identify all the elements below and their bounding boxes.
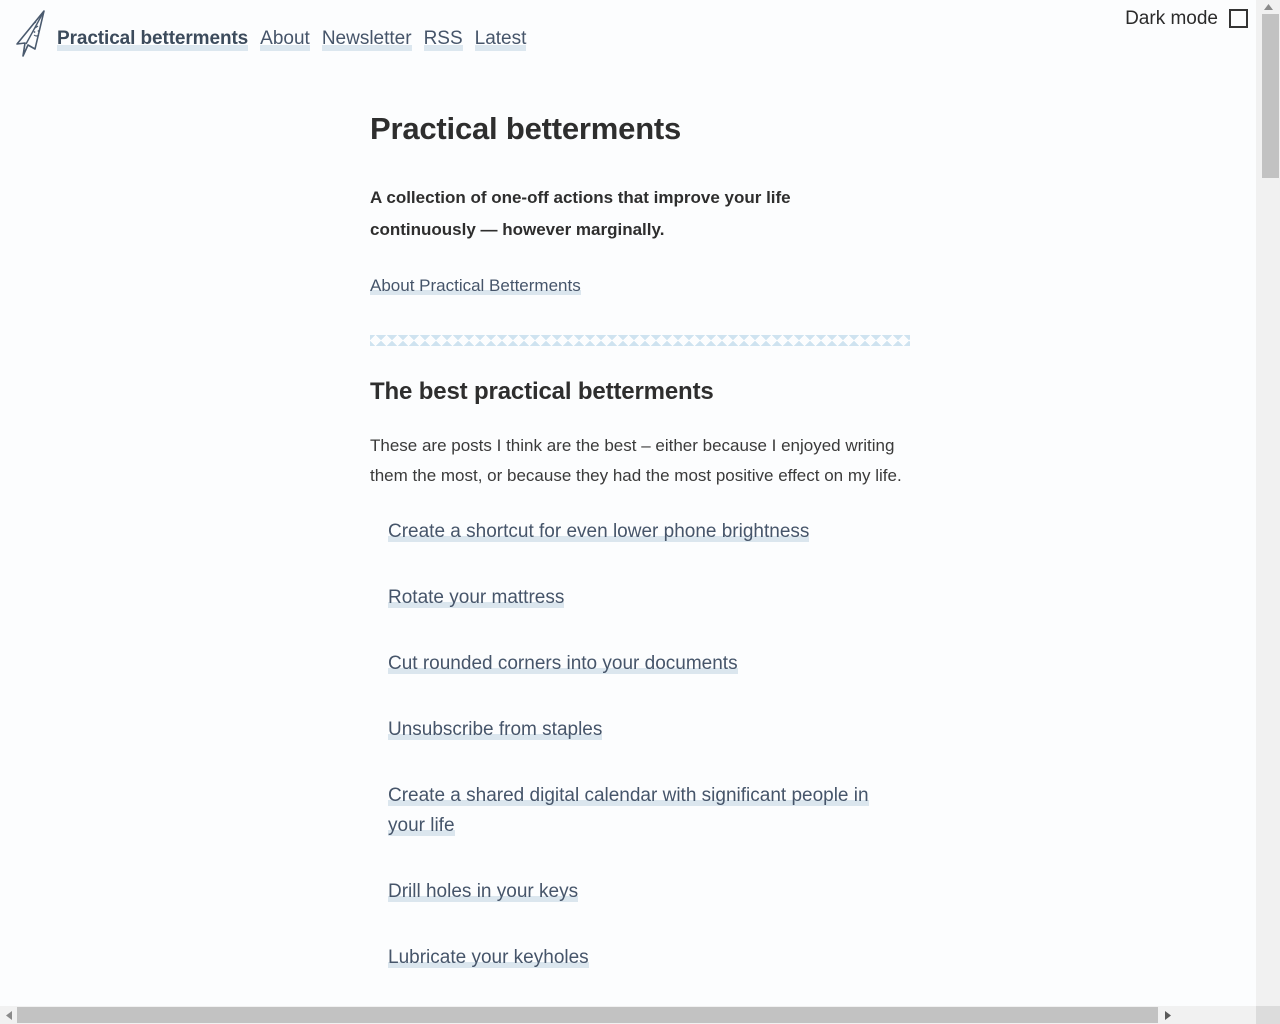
nav-link-rss[interactable]: RSS bbox=[424, 26, 463, 51]
scrollbar-corner bbox=[1256, 1006, 1280, 1024]
site-header: Practical betterments About Newsletter R… bbox=[0, 0, 1256, 70]
about-practical-betterments-link[interactable]: About Practical Betterments bbox=[370, 276, 581, 295]
section-intro-paragraph: These are posts I think are the best – e… bbox=[370, 436, 902, 485]
list-item: Cut rounded corners into your documents bbox=[388, 649, 910, 679]
list-item: Create a shared digital calendar with si… bbox=[388, 781, 910, 841]
vertical-scrollbar-thumb[interactable] bbox=[1262, 14, 1279, 178]
post-link-shared-calendar[interactable]: Create a shared digital calendar with si… bbox=[388, 785, 869, 836]
nav-link-about[interactable]: About bbox=[260, 26, 310, 51]
post-link-rotate-mattress[interactable]: Rotate your mattress bbox=[388, 587, 564, 608]
scroll-left-arrow-icon[interactable] bbox=[0, 1006, 17, 1024]
post-link-lubricate-keyholes[interactable]: Lubricate your keyholes bbox=[388, 947, 589, 968]
paper-airplane-cursor-logo-icon[interactable] bbox=[8, 8, 52, 60]
list-item: Create a shortcut for even lower phone b… bbox=[388, 517, 910, 547]
post-link-drill-holes-keys[interactable]: Drill holes in your keys bbox=[388, 881, 578, 902]
dark-mode-label: Dark mode bbox=[1125, 8, 1218, 29]
post-link-phone-brightness[interactable]: Create a shortcut for even lower phone b… bbox=[388, 521, 809, 542]
zigzag-divider-top bbox=[370, 333, 910, 347]
dark-mode-checkbox[interactable] bbox=[1229, 9, 1248, 28]
horizontal-scrollbar-thumb[interactable] bbox=[17, 1007, 1158, 1023]
post-link-unsubscribe-staples[interactable]: Unsubscribe from staples bbox=[388, 719, 602, 740]
dark-mode-toggle[interactable]: Dark mode bbox=[1125, 6, 1248, 31]
page-lede: A collection of one-off actions that imp… bbox=[370, 188, 791, 239]
nav-link-newsletter[interactable]: Newsletter bbox=[322, 26, 412, 51]
nav-link-latest[interactable]: Latest bbox=[475, 26, 527, 51]
post-link-rounded-corners[interactable]: Cut rounded corners into your documents bbox=[388, 653, 738, 674]
article-content: Practical betterments A collection of on… bbox=[370, 108, 910, 1006]
nav-link-practical-betterments[interactable]: Practical betterments bbox=[57, 26, 248, 51]
list-item: Unsubscribe from staples bbox=[388, 715, 910, 745]
primary-nav: Practical betterments About Newsletter R… bbox=[57, 26, 538, 51]
best-betterments-link-list: Create a shortcut for even lower phone b… bbox=[370, 517, 910, 973]
page-title: Practical betterments bbox=[370, 111, 682, 146]
about-link-row: About Practical Betterments bbox=[370, 271, 910, 301]
section-heading-best-betterments: The best practical betterments bbox=[370, 378, 714, 405]
horizontal-scrollbar[interactable] bbox=[0, 1006, 1280, 1024]
list-item: Lubricate your keyholes bbox=[388, 943, 910, 973]
scroll-right-arrow-icon[interactable] bbox=[1158, 1006, 1177, 1024]
scroll-up-arrow-icon[interactable] bbox=[1256, 0, 1280, 14]
list-item: Drill holes in your keys bbox=[388, 877, 910, 907]
list-item: Rotate your mattress bbox=[388, 583, 910, 613]
page-viewport: Practical betterments About Newsletter R… bbox=[0, 0, 1256, 1006]
vertical-scrollbar[interactable] bbox=[1256, 0, 1280, 1006]
